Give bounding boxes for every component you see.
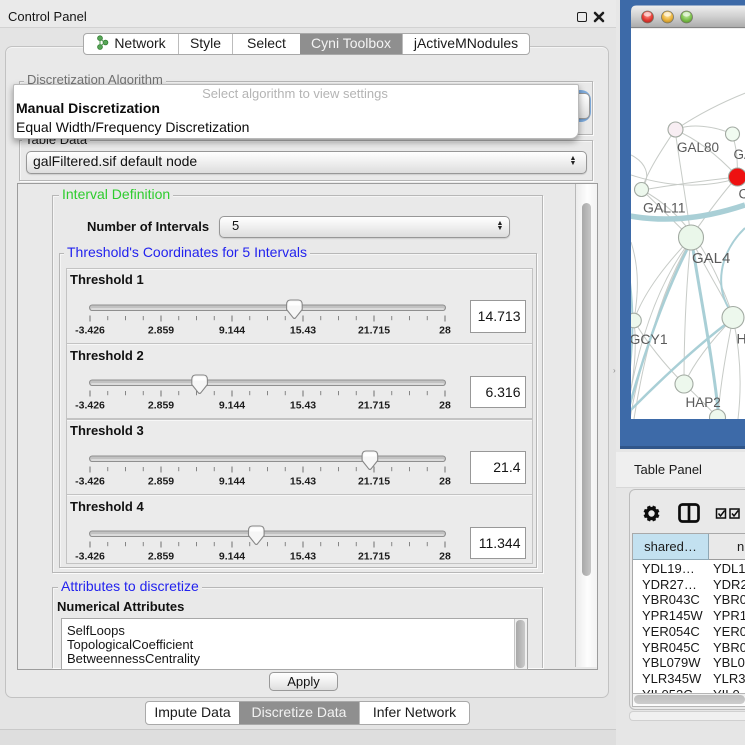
svg-text:9.144: 9.144 <box>219 550 245 562</box>
svg-text:15.43: 15.43 <box>290 324 316 336</box>
svg-text:28: 28 <box>439 324 451 336</box>
svg-text:GA: GA <box>734 147 745 162</box>
svg-text:15.43: 15.43 <box>290 475 316 487</box>
svg-text:HAP2: HAP2 <box>686 395 721 410</box>
svg-text:21.715: 21.715 <box>358 550 390 562</box>
svg-text:2.859: 2.859 <box>148 475 174 487</box>
svg-text:GAL11: GAL11 <box>643 200 686 216</box>
svg-text:15.43: 15.43 <box>290 399 316 411</box>
svg-text:GCY1: GCY1 <box>630 331 668 347</box>
svg-text:28: 28 <box>439 475 451 487</box>
svg-text:28: 28 <box>439 550 451 562</box>
svg-text:-3.426: -3.426 <box>75 399 105 411</box>
svg-text:15.43: 15.43 <box>290 550 316 562</box>
svg-text:9.144: 9.144 <box>219 475 245 487</box>
svg-text:2.859: 2.859 <box>148 399 174 411</box>
svg-text:2.859: 2.859 <box>148 324 174 336</box>
svg-text:CD: CD <box>739 187 745 202</box>
svg-text:21.715: 21.715 <box>358 324 390 336</box>
svg-text:GAL4: GAL4 <box>692 250 730 267</box>
svg-text:-3.426: -3.426 <box>75 550 105 562</box>
svg-text:21.715: 21.715 <box>358 399 390 411</box>
svg-text:9.144: 9.144 <box>219 399 245 411</box>
svg-text:-3.426: -3.426 <box>75 324 105 336</box>
svg-text:-3.426: -3.426 <box>75 475 105 487</box>
svg-text:2.859: 2.859 <box>148 550 174 562</box>
svg-text:28: 28 <box>439 399 451 411</box>
svg-text:9.144: 9.144 <box>219 324 245 336</box>
svg-text:21.715: 21.715 <box>358 475 390 487</box>
svg-text:HIS: HIS <box>737 331 745 347</box>
svg-text:GAL80: GAL80 <box>677 140 719 155</box>
